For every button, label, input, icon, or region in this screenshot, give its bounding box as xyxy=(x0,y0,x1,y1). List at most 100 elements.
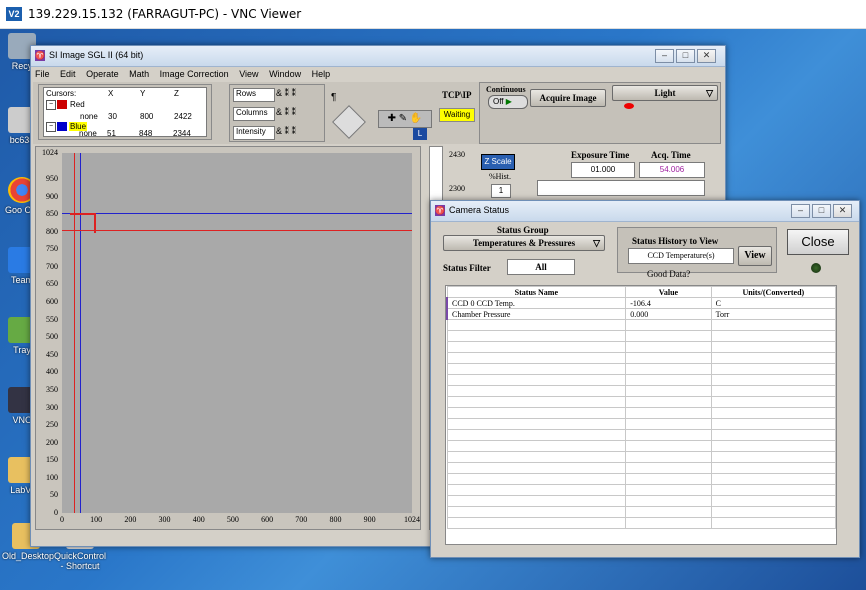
acquisition-panel: Continuous Off ▶ Acquire Image Light ▽ xyxy=(479,82,721,144)
col-z-header: Z xyxy=(174,89,179,98)
cursor-marker xyxy=(70,213,96,233)
menu-file[interactable]: File xyxy=(31,67,54,81)
history-select[interactable]: CCD Temperature(s) xyxy=(628,248,734,264)
maximize-button[interactable]: □ xyxy=(812,204,831,218)
menu-window[interactable]: Window xyxy=(265,67,305,81)
scale-top-value: 2430 xyxy=(449,150,465,159)
hist-input[interactable]: 1 xyxy=(491,184,511,198)
profile-tool-icons[interactable]: & ⁑ ⁑ xyxy=(276,126,296,137)
y-tick-label: 400 xyxy=(46,367,58,377)
y-tick-label: 950 xyxy=(46,174,58,184)
y-tick-label: 800 xyxy=(46,226,58,236)
camera-status-window: ♈ Camera Status ‒ □ ✕ Status Group Tempe… xyxy=(430,200,860,558)
tool-palette[interactable]: ✚ ✎ ✋ xyxy=(378,110,432,128)
status-table: Status Name Value Units/(Converted) CCD … xyxy=(445,285,837,545)
empty-table-row xyxy=(446,374,836,386)
continuous-toggle[interactable]: Off ▶ xyxy=(488,95,528,109)
hist-label: %Hist. xyxy=(489,172,511,181)
cursors-panel: Cursors: X Y Z − Red none 30 800 2422 − … xyxy=(38,84,212,140)
acq-time-label: Acq. Time xyxy=(651,150,691,160)
empty-table-row xyxy=(446,451,836,463)
menu-image-correction[interactable]: Image Correction xyxy=(156,67,233,81)
menu-edit[interactable]: Edit xyxy=(56,67,80,81)
rows-profile[interactable]: Rows xyxy=(233,88,275,102)
x-tick-label: 600 xyxy=(261,515,274,524)
light-dropdown[interactable]: Light ▽ xyxy=(612,85,718,101)
x-tick-label: 700 xyxy=(295,515,308,524)
empty-table-row xyxy=(446,440,836,452)
chevron-down-icon: ▽ xyxy=(593,238,600,248)
x-tick-label: 900 xyxy=(363,515,376,524)
status-group-dropdown[interactable]: Temperatures & Pressures ▽ xyxy=(443,235,605,251)
status-name-cell: CCD 0 CCD Temp. xyxy=(446,297,627,309)
x-tick-label: 0 xyxy=(60,515,64,524)
empty-table-row xyxy=(446,473,836,485)
red-cursor-vertical[interactable] xyxy=(74,153,75,513)
menu-math[interactable]: Math xyxy=(125,67,153,81)
y-tick-label: 600 xyxy=(46,297,58,307)
y-tick-label: 0 xyxy=(54,508,58,517)
menu-help[interactable]: Help xyxy=(308,67,335,81)
camera-status-title-bar[interactable]: ♈ Camera Status ‒ □ ✕ xyxy=(431,201,859,222)
exposure-input[interactable]: 01.000 xyxy=(571,162,635,178)
y-tick-label: 750 xyxy=(46,244,58,254)
y-tick-label: 700 xyxy=(46,261,58,271)
blue-cursor-vertical[interactable] xyxy=(80,153,81,513)
y-tick-label: 1024 xyxy=(42,148,58,157)
profile-tool-icons[interactable]: & ⁑ ⁑ xyxy=(276,107,296,118)
maximize-button[interactable]: □ xyxy=(676,49,695,63)
profile-tool-icons[interactable]: & ⁑ ⁑ xyxy=(276,88,296,99)
red-cursor-horizontal[interactable] xyxy=(62,230,412,231)
x-tick-label: 100 xyxy=(90,515,103,524)
profile-panel: Rows & ⁑ ⁑ Columns & ⁑ ⁑ Intensity & ⁑ ⁑ xyxy=(229,84,325,142)
blue-cursor-z: 2344 xyxy=(173,129,191,138)
columns-profile[interactable]: Columns xyxy=(233,107,275,121)
close-button[interactable]: ✕ xyxy=(833,204,852,218)
red-cursor-expand[interactable]: − xyxy=(46,100,56,110)
view-button[interactable]: View xyxy=(738,246,772,266)
camera-status-title: Camera Status xyxy=(449,205,510,215)
close-button[interactable]: ✕ xyxy=(697,49,716,63)
empty-table-row xyxy=(446,506,836,518)
blue-cursor-horizontal[interactable] xyxy=(62,213,412,214)
menu-view[interactable]: View xyxy=(235,67,262,81)
blue-cursor-mode: none xyxy=(79,129,97,138)
acquire-image-button[interactable]: Acquire Image xyxy=(530,89,606,107)
col-y-header: Y xyxy=(140,89,146,98)
y-tick-label: 450 xyxy=(46,349,58,359)
units-cell: Torr xyxy=(710,308,836,320)
empty-table-row xyxy=(446,484,836,496)
table-row[interactable]: CCD 0 CCD Temp. -106.4 C xyxy=(446,297,836,309)
l-badge[interactable]: L xyxy=(413,128,427,140)
blue-cursor-expand[interactable]: − xyxy=(46,122,56,132)
intensity-profile[interactable]: Intensity xyxy=(233,126,275,140)
status-filter-input[interactable]: All xyxy=(507,259,575,275)
z-scale-button[interactable]: Z Scale xyxy=(481,154,515,170)
status-history-panel: Status History to View CCD Temperature(s… xyxy=(617,227,777,273)
image-plot[interactable] xyxy=(62,153,412,513)
y-tick-label: 550 xyxy=(46,314,58,324)
navigation-diamond-icon[interactable] xyxy=(332,105,366,139)
y-tick-label: 850 xyxy=(46,209,58,219)
value-cell: -106.4 xyxy=(625,297,712,309)
cursors-header: Cursors: xyxy=(46,89,77,98)
empty-table-row xyxy=(446,429,836,441)
red-cursor-x: 30 xyxy=(108,112,117,121)
history-label: Status History to View xyxy=(632,236,719,246)
status-filter-label: Status Filter xyxy=(443,263,491,273)
close-status-button[interactable]: Close xyxy=(787,229,849,255)
col-x-header: X xyxy=(108,89,114,98)
minimize-button[interactable]: ‒ xyxy=(791,204,810,218)
si-title-bar[interactable]: ♈ SI Image SGL II (64 bit) ‒ □ ✕ xyxy=(31,46,725,67)
vnc-window-title: 139.229.15.132 (FARRAGUT-PC) - VNC Viewe… xyxy=(28,7,302,21)
col-status-name: Status Name xyxy=(446,286,627,298)
x-tick-label: 300 xyxy=(158,515,171,524)
pin-icon[interactable]: ¶ xyxy=(331,92,336,103)
good-data-label: Good Data? xyxy=(647,269,691,279)
minimize-button[interactable]: ‒ xyxy=(655,49,674,63)
table-row[interactable]: Chamber Pressure 0.000 Torr xyxy=(446,308,836,320)
blue-cursor-swatch xyxy=(57,122,67,131)
image-plot-frame: 1024 950 900 850 800 750 700 650 600 550 500 450 400… xyxy=(35,146,421,530)
menu-operate[interactable]: Operate xyxy=(82,67,123,81)
col-units: Units/(Converted) xyxy=(710,286,836,298)
